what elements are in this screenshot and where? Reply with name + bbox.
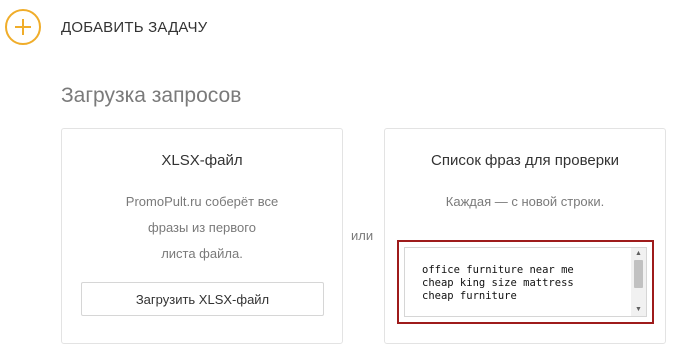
phrase-card-title: Список фраз для проверки <box>430 152 619 169</box>
upload-xlsx-button[interactable]: Загрузить XLSX-файл <box>81 282 324 316</box>
phrase-textarea-container: ▲ ▼ <box>404 247 647 317</box>
phrase-list-textarea[interactable] <box>405 248 631 316</box>
xlsx-desc-line: фразы из первого <box>148 220 256 235</box>
add-task-label[interactable]: ДОБАВИТЬ ЗАДАЧУ <box>61 19 207 36</box>
or-separator: или <box>351 228 374 243</box>
chevron-up-icon[interactable]: ▲ <box>631 248 646 260</box>
xlsx-desc-line: листа файла. <box>161 246 243 261</box>
phrase-list-card: Список фраз для проверки Каждая — с ново… <box>384 128 666 344</box>
textarea-scrollbar[interactable]: ▲ ▼ <box>631 248 646 316</box>
phrase-input-highlight: ▲ ▼ <box>397 240 654 324</box>
section-title: Загрузка запросов <box>61 84 242 107</box>
plus-circle-icon[interactable] <box>5 9 41 45</box>
xlsx-upload-card: XLSX-файл PromoPult.ru соберёт все фразы… <box>61 128 343 344</box>
add-task-button[interactable]: ДОБАВИТЬ ЗАДАЧУ <box>5 9 207 45</box>
scrollbar-thumb[interactable] <box>634 260 643 288</box>
xlsx-card-description: PromoPult.ru соберёт все фразы из первог… <box>62 189 342 267</box>
chevron-down-icon[interactable]: ▼ <box>631 304 646 316</box>
xlsx-card-title: XLSX-файл <box>161 152 243 169</box>
xlsx-desc-line: PromoPult.ru соберёт все <box>125 194 279 209</box>
phrase-card-description: Каждая — с новой строки. <box>445 194 605 209</box>
